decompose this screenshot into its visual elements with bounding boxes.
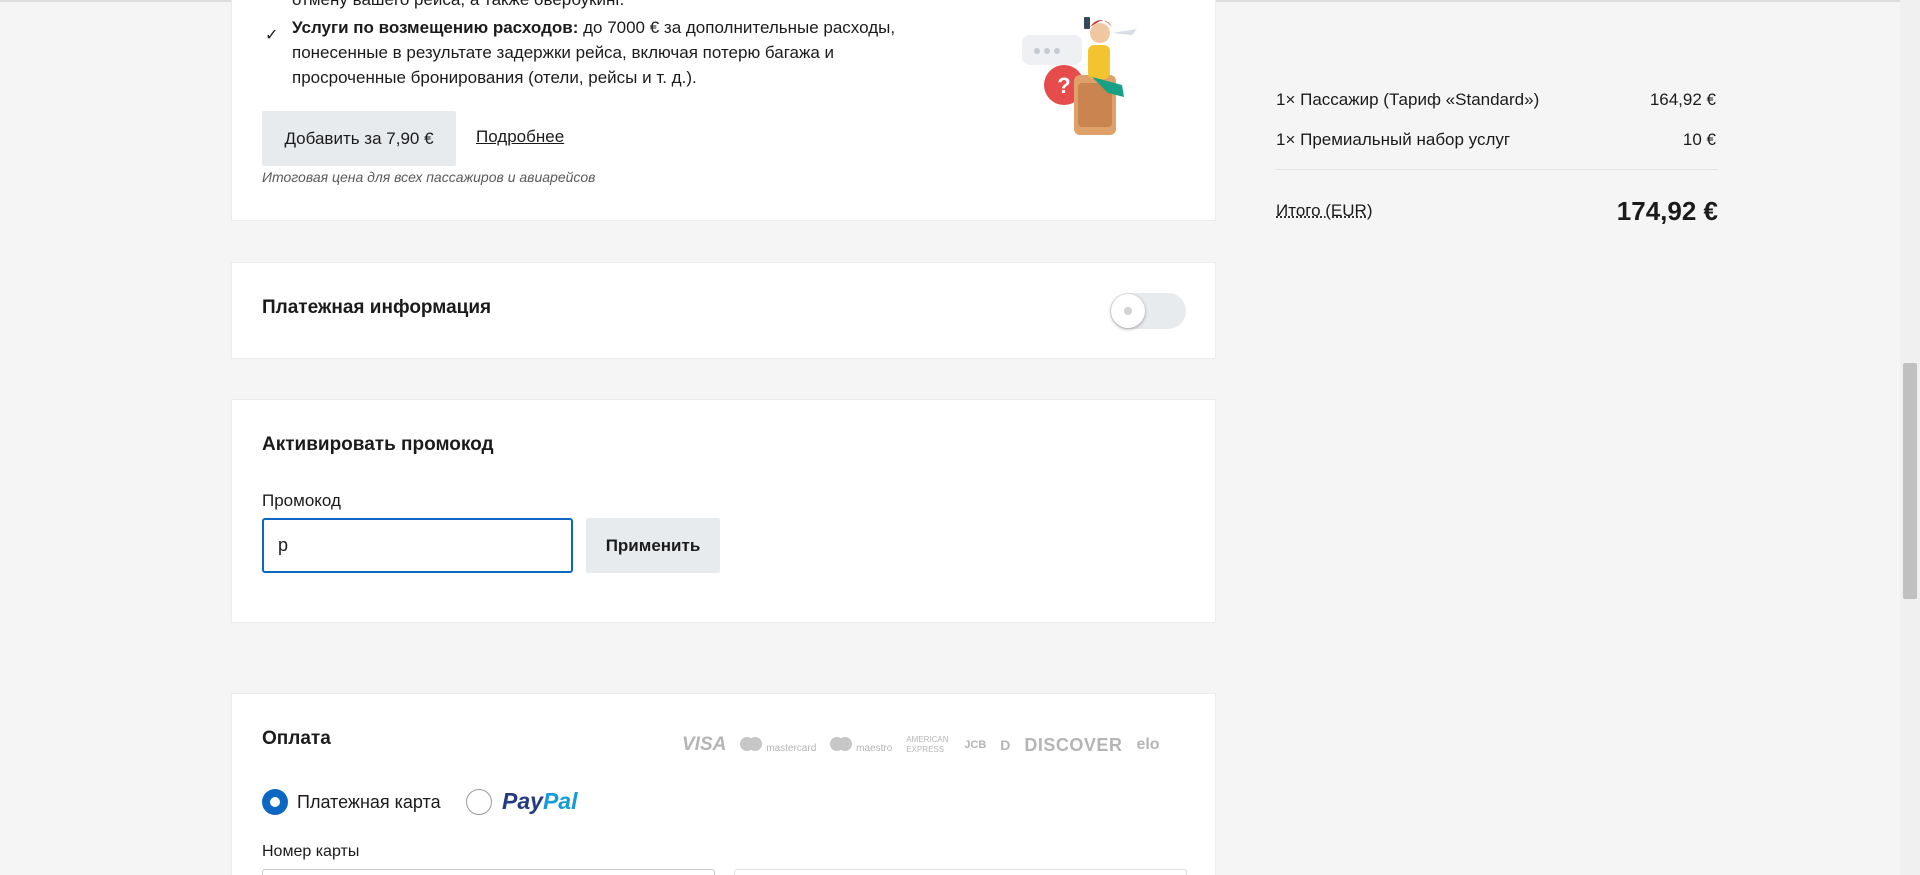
promo-title: Активировать промокод <box>262 434 494 455</box>
jcb-icon: JCB <box>964 739 987 751</box>
insurance-item-line-1: Услуги по возмещению расходов: до 7000 €… <box>292 15 895 40</box>
insurance-item-line-3: просроченные бронирования (отели, рейсы … <box>292 68 697 87</box>
elo-icon: elo <box>1136 736 1160 753</box>
payment-card: Оплата VISA mastercard maestro AMERICAN … <box>231 693 1216 875</box>
total-value: 174,92 € <box>1616 196 1718 226</box>
svg-text:?: ? <box>1057 73 1070 98</box>
summary-row-label: 1× Пассажир (Тариф «Standard») <box>1276 90 1540 109</box>
radio-paypal[interactable] <box>466 789 492 815</box>
payment-info-title: Платежная информация <box>262 297 492 318</box>
payment-info-card: Платежная информация <box>231 262 1216 359</box>
check-icon: ✓ <box>265 27 279 44</box>
maestro-icon: maestro <box>830 736 892 754</box>
radio-card[interactable] <box>262 789 288 815</box>
scrollbar[interactable] <box>1900 0 1920 875</box>
insurance-item-line-2: понесенные в результате задержки рейса, … <box>292 43 835 62</box>
summary-divider <box>1276 169 1718 170</box>
payment-info-toggle[interactable] <box>1110 293 1186 329</box>
traveler-illustration-icon: ? <box>1022 17 1137 135</box>
more-info-link[interactable]: Подробнее <box>476 127 564 147</box>
promo-input[interactable] <box>262 518 573 573</box>
mastercard-icon: mastercard <box>740 736 816 754</box>
total-label[interactable]: Итого (EUR) <box>1276 201 1373 221</box>
summary-row-label: 1× Премиальный набор услуг <box>1276 130 1511 149</box>
toggle-knob <box>1111 294 1145 328</box>
visa-icon: VISA <box>682 734 727 755</box>
insurance-item-title: Услуги по возмещению расходов: <box>292 18 579 37</box>
insurance-card: отмену вашего рейса, а также овербукинг.… <box>231 0 1216 221</box>
summary-row: 1× Премиальный набор услуг 10 € <box>1276 130 1716 150</box>
scrollbar-thumb[interactable] <box>1903 363 1917 599</box>
card-brands: VISA mastercard maestro AMERICAN EXPRESS… <box>682 734 1160 756</box>
apply-promo-button[interactable]: Применить <box>586 518 720 573</box>
card-number-label: Номер карты <box>262 843 360 860</box>
card-number-input[interactable] <box>262 869 715 875</box>
radio-card-label[interactable]: Платежная карта <box>297 792 441 813</box>
summary-row: 1× Пассажир (Тариф «Standard») 164,92 € <box>1276 90 1716 110</box>
card-expiry-input[interactable] <box>734 869 1187 875</box>
insurance-item-text-1: до 7000 € за дополнительные расходы, <box>578 18 896 37</box>
amex-icon: AMERICAN EXPRESS <box>906 735 949 754</box>
add-insurance-button[interactable]: Добавить за 7,90 € <box>262 111 456 166</box>
payment-title: Оплата <box>262 728 331 749</box>
diners-icon: D <box>1000 737 1011 753</box>
paypal-logo-icon[interactable]: PayPal <box>502 788 577 815</box>
summary-row-value: 10 € <box>1682 130 1716 149</box>
insurance-line-top: отмену вашего рейса, а также овербукинг. <box>292 0 624 12</box>
discover-icon: DISCOVER <box>1024 734 1123 755</box>
promo-card: Активировать промокод Промокод Применить <box>231 399 1216 623</box>
summary-row-value: 164,92 € <box>1649 90 1716 109</box>
promo-label: Промокод <box>262 491 341 510</box>
price-note: Итоговая цена для всех пассажиров и авиа… <box>262 169 596 185</box>
